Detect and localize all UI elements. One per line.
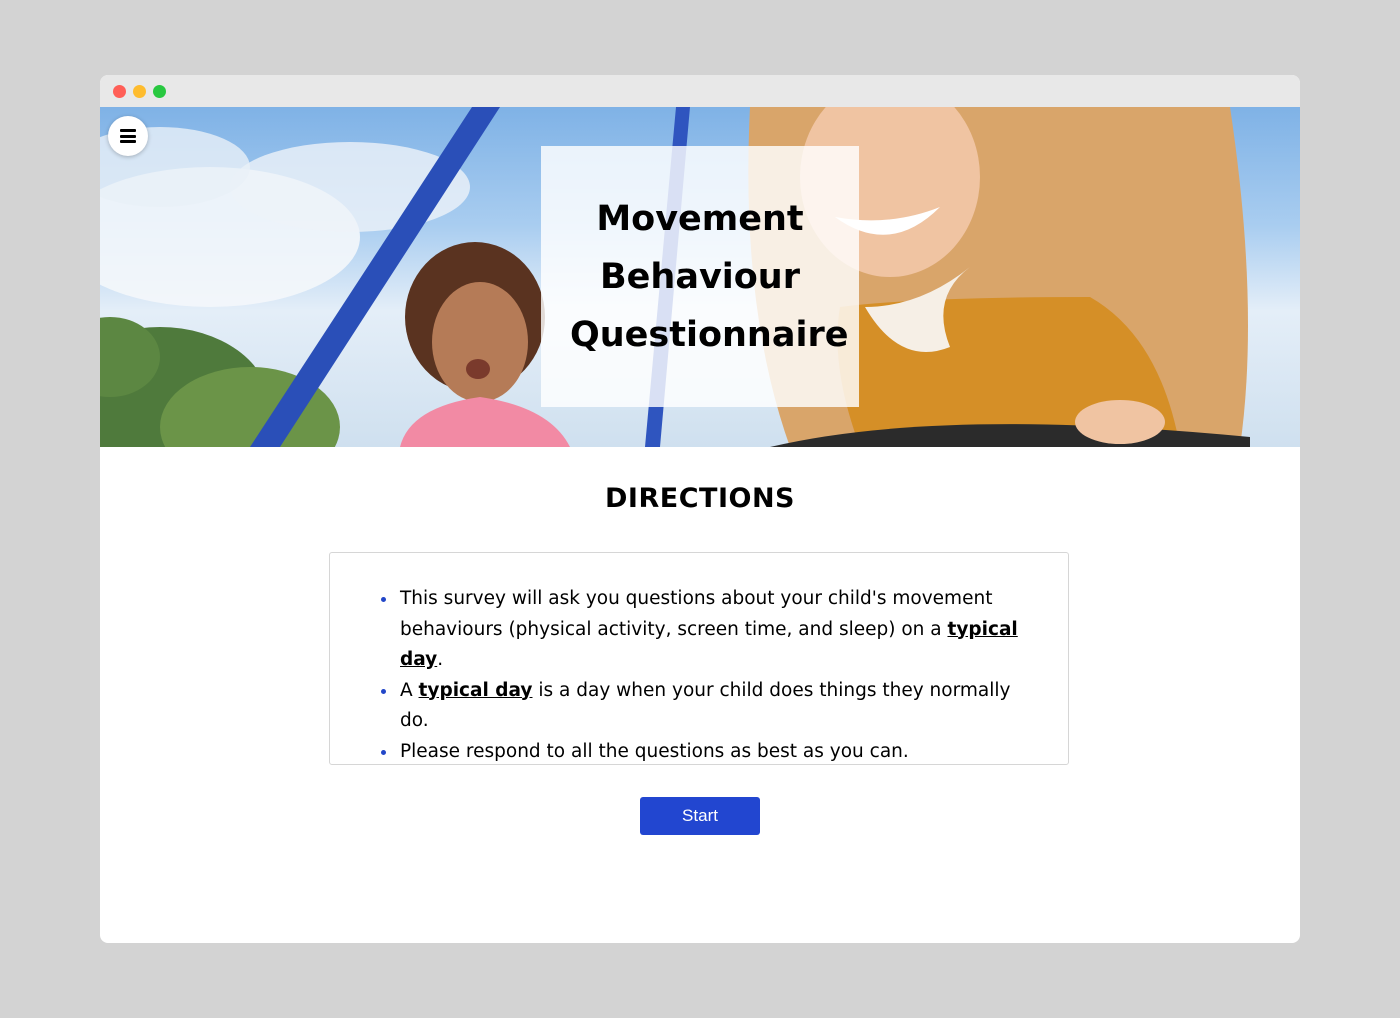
- directions-text: .: [437, 649, 444, 670]
- bullet-icon: [381, 597, 386, 602]
- emphasized-term: typical day: [418, 679, 533, 701]
- hero-banner: Movement Behaviour Questionnaire: [100, 107, 1300, 447]
- close-window-button[interactable]: [113, 85, 126, 98]
- directions-heading: DIRECTIONS: [605, 483, 795, 514]
- maximize-window-button[interactable]: [153, 85, 166, 98]
- directions-text: Please respond to all the questions as b…: [400, 740, 909, 762]
- directions-item: Please respond to all the questions as b…: [381, 737, 1028, 768]
- browser-window: Movement Behaviour Questionnaire DIRECTI…: [100, 75, 1300, 943]
- directions-list: This survey will ask you questions about…: [330, 553, 1068, 767]
- start-button[interactable]: Start: [640, 797, 760, 835]
- directions-section: DIRECTIONS This survey will ask you ques…: [100, 447, 1300, 835]
- directions-item: This survey will ask you questions about…: [381, 584, 1028, 676]
- title-card: Movement Behaviour Questionnaire: [541, 146, 859, 407]
- directions-text: A: [400, 679, 419, 701]
- directions-item: A typical day is a day when your child d…: [381, 676, 1028, 737]
- window-titlebar: [100, 75, 1300, 107]
- directions-text: This survey will ask you questions about…: [400, 588, 993, 640]
- hamburger-menu-icon: [120, 129, 136, 143]
- bullet-icon: [381, 749, 386, 755]
- page-title: Movement Behaviour Questionnaire: [570, 198, 849, 355]
- bullet-icon: [381, 688, 386, 694]
- directions-box: This survey will ask you questions about…: [329, 552, 1069, 765]
- minimize-window-button[interactable]: [133, 85, 146, 98]
- menu-button[interactable]: [108, 116, 148, 156]
